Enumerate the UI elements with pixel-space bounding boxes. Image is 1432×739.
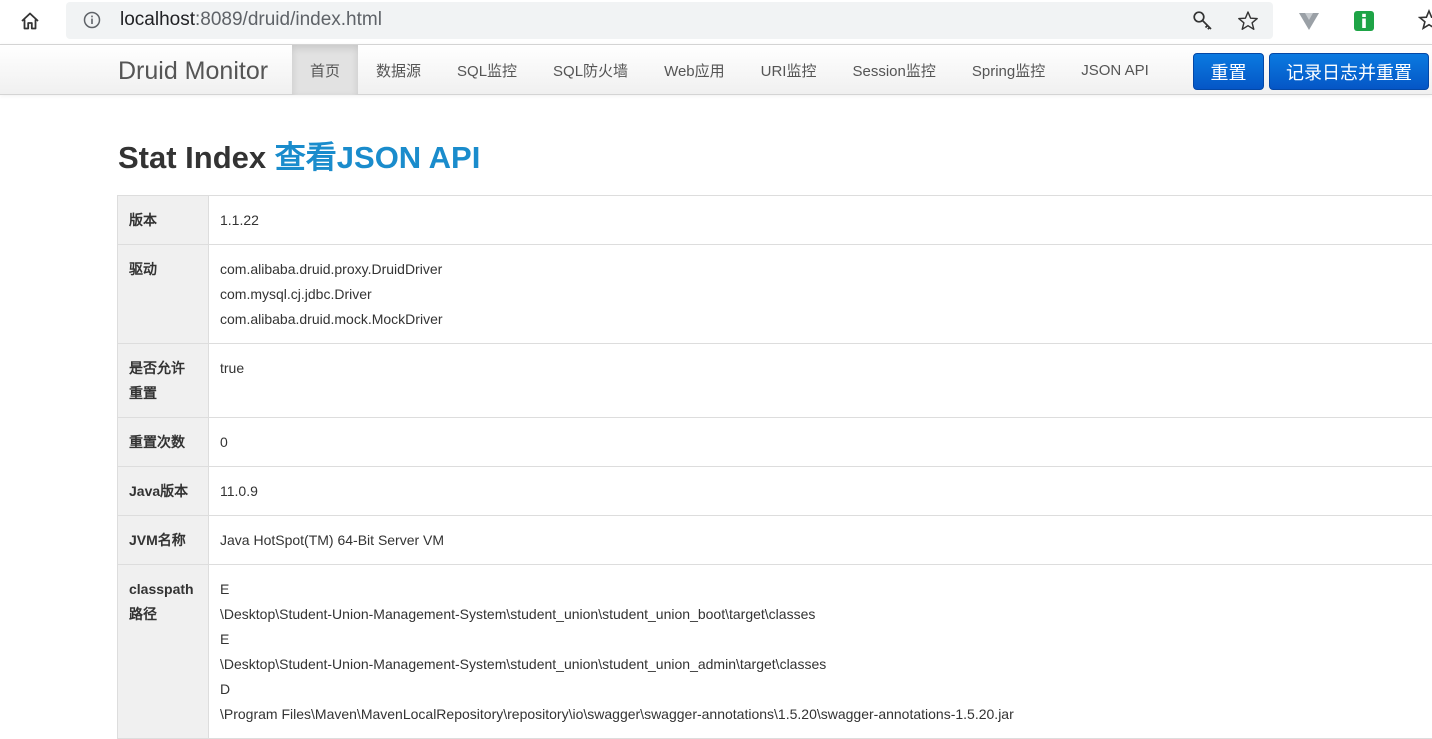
- row-value: com.alibaba.druid.proxy.DruidDriver com.…: [209, 245, 1432, 344]
- value-line: E: [220, 577, 1432, 602]
- row-value: true: [209, 344, 1432, 418]
- nav-item-json-api[interactable]: JSON API: [1063, 45, 1167, 95]
- bookmark-star-icon[interactable]: [1236, 9, 1260, 33]
- nav-item-spring-monitor[interactable]: Spring监控: [954, 45, 1063, 95]
- table-row: JVM名称 Java HotSpot(TM) 64-Bit Server VM: [118, 516, 1432, 565]
- table-row: 重置次数 0: [118, 418, 1432, 467]
- row-label: 驱动: [118, 245, 209, 344]
- key-icon[interactable]: [1191, 9, 1215, 33]
- value-line: D: [220, 677, 1432, 702]
- nav-item-uri-monitor[interactable]: URI监控: [743, 45, 835, 95]
- table-row: classpath路径 E \Desktop\Student-Union-Man…: [118, 565, 1432, 739]
- row-label: Java版本: [118, 467, 209, 516]
- row-label: classpath路径: [118, 565, 209, 739]
- table-row: Java版本 11.0.9: [118, 467, 1432, 516]
- row-label: 版本: [118, 196, 209, 245]
- value-line: com.alibaba.druid.mock.MockDriver: [220, 307, 1432, 332]
- browser-toolbar: localhost:8089/druid/index.html: [0, 0, 1432, 44]
- nav-menu: 首页 数据源 SQL监控 SQL防火墙 Web应用 URI监控 Session监…: [292, 45, 1167, 95]
- nav-item-session-monitor[interactable]: Session监控: [834, 45, 953, 95]
- value-line: \Desktop\Student-Union-Management-System…: [220, 652, 1432, 677]
- log-and-reset-button[interactable]: 记录日志并重置: [1269, 53, 1429, 90]
- reset-button[interactable]: 重置: [1193, 53, 1264, 90]
- value-line: com.mysql.cj.jdbc.Driver: [220, 282, 1432, 307]
- row-value: 1.1.22: [209, 196, 1432, 245]
- value-line: E: [220, 627, 1432, 652]
- nav-item-home[interactable]: 首页: [292, 45, 358, 95]
- value-line: true: [220, 356, 1432, 381]
- row-value: 11.0.9: [209, 467, 1432, 516]
- view-json-api-link[interactable]: 查看JSON API: [275, 140, 481, 175]
- row-label: 重置次数: [118, 418, 209, 467]
- table-row: 驱动 com.alibaba.druid.proxy.DruidDriver c…: [118, 245, 1432, 344]
- druid-navbar: Druid Monitor 首页 数据源 SQL监控 SQL防火墙 Web应用 …: [0, 44, 1432, 95]
- extension-v-icon[interactable]: [1296, 9, 1322, 33]
- value-line: com.alibaba.druid.proxy.DruidDriver: [220, 257, 1432, 282]
- info-icon[interactable]: [82, 10, 102, 30]
- value-line: 11.0.9: [220, 479, 1432, 504]
- value-line: 1.1.22: [220, 208, 1432, 233]
- address-bar[interactable]: localhost:8089/druid/index.html: [66, 2, 1273, 39]
- nav-item-datasource[interactable]: 数据源: [358, 45, 439, 95]
- extension-star-icon[interactable]: [1418, 9, 1432, 33]
- value-line: \Program Files\Maven\MavenLocalRepositor…: [220, 702, 1432, 727]
- page-title: Stat Index 查看JSON API: [118, 138, 480, 178]
- row-label: JVM名称: [118, 516, 209, 565]
- url-path: :8089/druid/index.html: [195, 9, 382, 30]
- stat-table: 版本 1.1.22 驱动 com.alibaba.druid.proxy.Dru…: [117, 195, 1432, 739]
- value-line: \Desktop\Student-Union-Management-System…: [220, 602, 1432, 627]
- nav-item-web-app[interactable]: Web应用: [646, 45, 743, 95]
- url-text[interactable]: localhost:8089/druid/index.html: [120, 10, 382, 30]
- nav-item-sql-monitor[interactable]: SQL监控: [439, 45, 535, 95]
- row-value: 0: [209, 418, 1432, 467]
- value-line: Java HotSpot(TM) 64-Bit Server VM: [220, 528, 1432, 553]
- extension-info-icon[interactable]: [1352, 9, 1376, 33]
- row-value: E \Desktop\Student-Union-Management-Syst…: [209, 565, 1432, 739]
- value-line: 0: [220, 430, 1432, 455]
- table-row: 版本 1.1.22: [118, 196, 1432, 245]
- home-icon[interactable]: [14, 6, 46, 36]
- url-host: localhost: [120, 9, 195, 30]
- nav-item-sql-firewall[interactable]: SQL防火墙: [535, 45, 646, 95]
- table-row: 是否允许重置 true: [118, 344, 1432, 418]
- brand-logo[interactable]: Druid Monitor: [118, 57, 268, 85]
- page-title-text: Stat Index: [118, 140, 266, 175]
- row-value: Java HotSpot(TM) 64-Bit Server VM: [209, 516, 1432, 565]
- row-label: 是否允许重置: [118, 344, 209, 418]
